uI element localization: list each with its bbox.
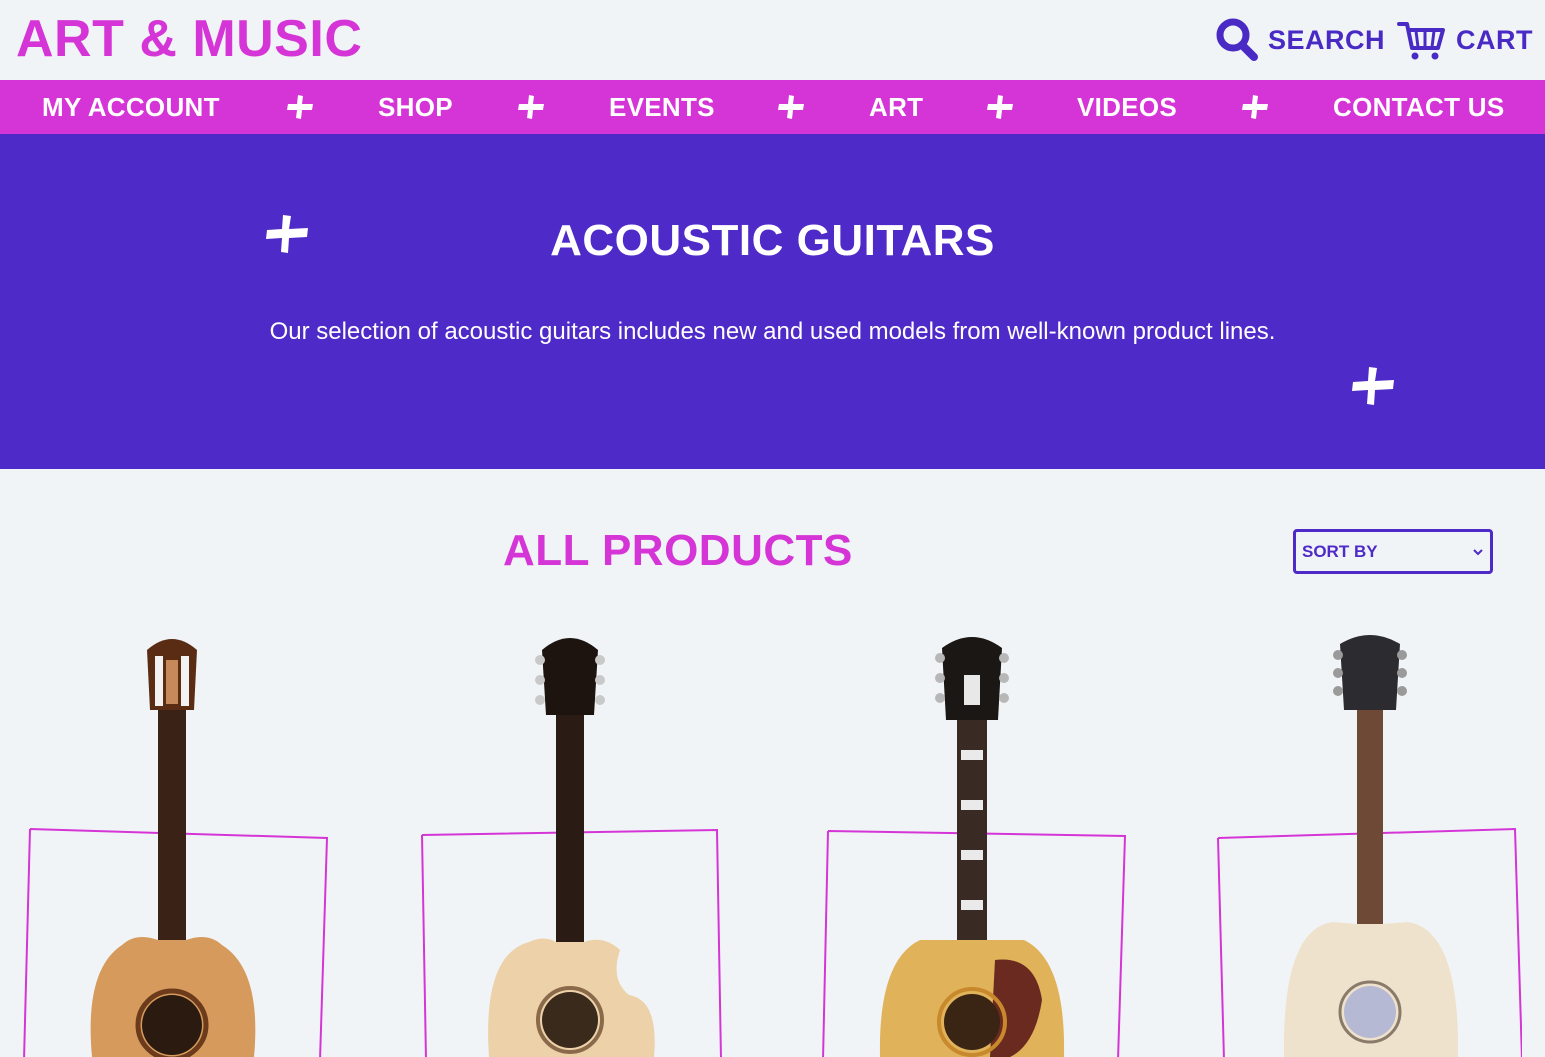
nav-item-art[interactable]: ART: [869, 80, 923, 134]
plus-icon: [987, 95, 1013, 119]
category-description: Our selection of acoustic guitars includ…: [269, 318, 1276, 345]
taylor-cutaway-guitar-image: [421, 638, 722, 1057]
plus-icon: [1242, 95, 1268, 119]
nashville-dreadnought-guitar-image: [1217, 635, 1522, 1057]
page-title: ACOUSTIC GUITARS: [550, 216, 995, 265]
nav-item-contact-us[interactable]: CONTACT US: [1333, 80, 1505, 134]
category-hero: ACOUSTIC GUITARS Our selection of acoust…: [0, 134, 1545, 469]
product-card[interactable]: [1212, 620, 1522, 1057]
plus-icon: [287, 95, 313, 119]
sort-select[interactable]: SORT BY: [1293, 529, 1493, 574]
nav-item-shop[interactable]: SHOP: [378, 80, 453, 134]
section-title: ALL PRODUCTS: [503, 526, 853, 575]
product-card[interactable]: [414, 620, 724, 1057]
sort-label: SORT BY: [1302, 542, 1378, 561]
plus-icon: [778, 95, 804, 119]
classical-guitar-image: [23, 639, 329, 1057]
plus-icon: [1352, 367, 1394, 405]
chevron-down-icon: [1473, 549, 1483, 556]
gibson-dove-guitar-image: [822, 637, 1127, 1057]
product-card[interactable]: [22, 620, 332, 1057]
search-button[interactable]: SEARCH: [1214, 0, 1385, 80]
search-icon: [1214, 17, 1260, 63]
main-nav: MY ACCOUNT SHOP EVENTS ART VIDEOS CONTAC…: [0, 80, 1545, 134]
product-card[interactable]: [820, 620, 1130, 1057]
plus-icon: [518, 95, 544, 119]
nav-item-events[interactable]: EVENTS: [609, 80, 715, 134]
search-label: SEARCH: [1268, 24, 1386, 55]
site-logo[interactable]: ART & MUSIC: [16, 6, 362, 72]
cart-button[interactable]: CART: [1396, 0, 1533, 80]
nav-item-videos[interactable]: VIDEOS: [1077, 80, 1177, 134]
cart-icon: [1396, 18, 1448, 62]
top-header: ART & MUSIC SEARCH CART: [0, 0, 1545, 80]
nav-item-my-account[interactable]: MY ACCOUNT: [42, 80, 220, 134]
cart-label: CART: [1456, 24, 1533, 55]
